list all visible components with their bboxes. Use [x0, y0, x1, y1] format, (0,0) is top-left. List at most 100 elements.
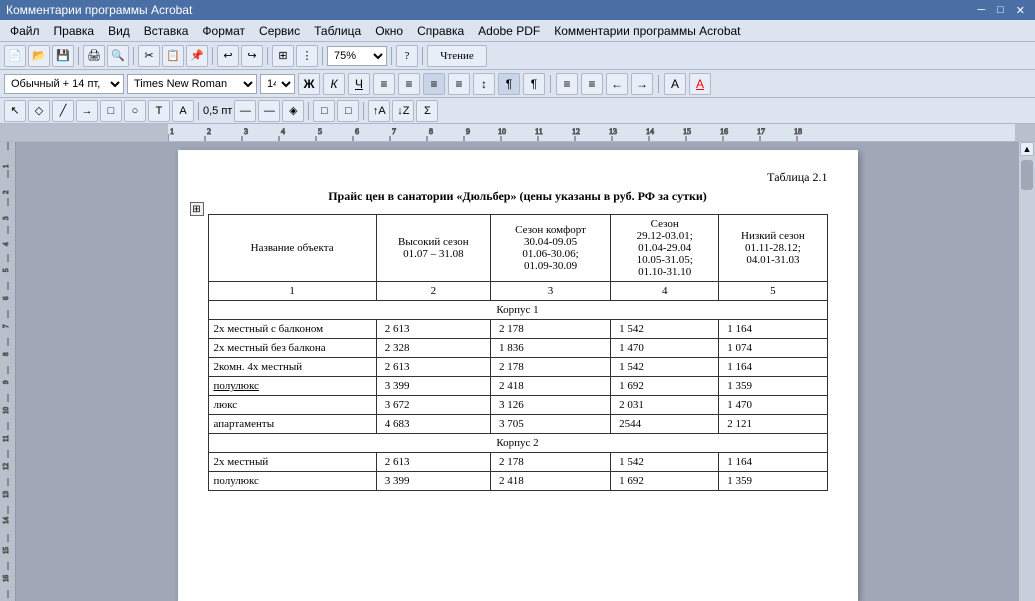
menu-comments[interactable]: Комментарии программы Acrobat — [548, 22, 746, 40]
circle-button[interactable]: ○ — [124, 100, 146, 122]
shadow-btn[interactable]: □ — [313, 100, 335, 122]
zoom-select[interactable]: 75% 100% — [327, 46, 387, 66]
indent-inc-button[interactable]: → — [631, 73, 653, 95]
table-caption: Таблица 2.1 — [208, 170, 828, 185]
arrow-button[interactable]: → — [76, 100, 98, 122]
font-color-button[interactable]: A — [689, 73, 711, 95]
menu-view[interactable]: Вид — [102, 22, 136, 40]
draw-sep-2 — [308, 102, 309, 120]
read-button[interactable]: Чтение — [427, 45, 487, 67]
open-button[interactable]: 📂 — [28, 45, 50, 67]
menu-insert[interactable]: Вставка — [138, 22, 195, 40]
svg-text:14: 14 — [646, 127, 654, 136]
redo-button[interactable]: ↪ — [241, 45, 263, 67]
cell-val: 1 359 — [719, 472, 827, 491]
indent-dec-button[interactable]: ← — [606, 73, 628, 95]
menu-file[interactable]: Файл — [4, 22, 46, 40]
italic-button[interactable]: К — [323, 73, 345, 95]
wordart-button[interactable]: A — [172, 100, 194, 122]
copy-button[interactable]: 📋 — [162, 45, 184, 67]
table-button[interactable]: ⊞ — [272, 45, 294, 67]
number-button[interactable]: ≡ — [581, 73, 603, 95]
col-num-2: 2 — [376, 282, 490, 301]
textbox-button[interactable]: T — [148, 100, 170, 122]
align-right-button[interactable]: ≡ — [423, 73, 445, 95]
paste-button[interactable]: 📌 — [186, 45, 208, 67]
preview-button[interactable]: 🔍 — [107, 45, 129, 67]
justify-button[interactable]: ≡ — [448, 73, 470, 95]
undo-button[interactable]: ↩ — [217, 45, 239, 67]
font-select[interactable]: Times New Roman — [127, 74, 257, 94]
bullet-button[interactable]: ≡ — [556, 73, 578, 95]
line-button[interactable]: ╱ — [52, 100, 74, 122]
align-left-button[interactable]: ≡ — [373, 73, 395, 95]
cell-val: 2 328 — [376, 339, 490, 358]
line-spacing-button[interactable]: ↕ — [473, 73, 495, 95]
menu-service[interactable]: Сервис — [253, 22, 306, 40]
help-button[interactable]: ? — [396, 45, 418, 67]
cut-button[interactable]: ✂ — [138, 45, 160, 67]
svg-text:13: 13 — [609, 127, 617, 136]
svg-text:8: 8 — [429, 127, 433, 136]
cell-val: 1 359 — [719, 377, 827, 396]
show-hide-button[interactable]: ¶ — [523, 73, 545, 95]
new-button[interactable]: 📄 — [4, 45, 26, 67]
menu-edit[interactable]: Правка — [48, 22, 101, 40]
svg-text:9: 9 — [466, 127, 470, 136]
line-color-btn[interactable]: — — [258, 100, 280, 122]
svg-text:12: 12 — [2, 463, 10, 471]
menu-adobe[interactable]: Adobe PDF — [472, 22, 546, 40]
minimize-button[interactable]: ─ — [973, 4, 989, 17]
highlight-button[interactable]: A — [664, 73, 686, 95]
fmt-sep-1 — [550, 75, 551, 93]
sort-asc-btn[interactable]: ↑A — [368, 100, 390, 122]
cell-val: 1 164 — [719, 453, 827, 472]
menu-format[interactable]: Формат — [196, 22, 251, 40]
scroll-up-button[interactable]: ▲ — [1020, 142, 1034, 156]
table-expand-button[interactable]: ⊞ — [190, 202, 204, 216]
table-header-row: Название объекта Высокий сезон01.07 – 31… — [208, 215, 827, 282]
cell-val: 1 542 — [611, 358, 719, 377]
table-title: Прайс цен в санатории «Дюльбер» (цены ук… — [208, 189, 828, 204]
autoshapes-button[interactable]: ◇ — [28, 100, 50, 122]
pilcrow-button[interactable]: ¶ — [498, 73, 520, 95]
close-button[interactable]: ✕ — [1012, 4, 1029, 17]
svg-text:9: 9 — [2, 380, 10, 384]
save-button[interactable]: 💾 — [52, 45, 74, 67]
svg-text:15: 15 — [2, 547, 10, 555]
scroll-thumb[interactable] — [1021, 160, 1033, 190]
toolbar-separator-4 — [267, 47, 268, 65]
3d-btn[interactable]: □ — [337, 100, 359, 122]
cell-val: 2 613 — [376, 453, 490, 472]
draw-select-button[interactable]: ↖ — [4, 100, 26, 122]
bold-button[interactable]: Ж — [298, 73, 320, 95]
menu-help[interactable]: Справка — [411, 22, 470, 40]
rect-button[interactable]: □ — [100, 100, 122, 122]
cell-val: 3 126 — [490, 396, 610, 415]
style-select[interactable]: Обычный + 14 пт, — [4, 74, 124, 94]
underline-button[interactable]: Ч — [348, 73, 370, 95]
toolbar-separator-7 — [422, 47, 423, 65]
menu-window[interactable]: Окно — [369, 22, 409, 40]
print-button[interactable]: 🖨 — [83, 45, 105, 67]
svg-text:1: 1 — [170, 127, 174, 136]
align-center-button[interactable]: ≡ — [398, 73, 420, 95]
menu-table[interactable]: Таблица — [308, 22, 367, 40]
section-row-2: Корпус 2 — [208, 434, 827, 453]
cell-val: 2 178 — [490, 320, 610, 339]
size-select[interactable]: 14 — [260, 74, 295, 94]
sigma-btn[interactable]: Σ — [416, 100, 438, 122]
toolbar-separator-6 — [391, 47, 392, 65]
vertical-scrollbar[interactable]: ▲ — [1019, 142, 1035, 601]
table-row: 2х местный без балкона 2 328 1 836 1 470… — [208, 339, 827, 358]
cell-val: 2 178 — [490, 453, 610, 472]
fill-color-btn[interactable]: ◈ — [282, 100, 304, 122]
cell-val: 1 470 — [611, 339, 719, 358]
toolbar-separator-5 — [322, 47, 323, 65]
col-num-4: 4 — [611, 282, 719, 301]
columns-button[interactable]: ⋮ — [296, 45, 318, 67]
line-size-btn[interactable]: — — [234, 100, 256, 122]
maximize-button[interactable]: □ — [993, 4, 1008, 17]
price-table: Название объекта Высокий сезон01.07 – 31… — [208, 214, 828, 491]
sort-desc-btn[interactable]: ↓Z — [392, 100, 414, 122]
